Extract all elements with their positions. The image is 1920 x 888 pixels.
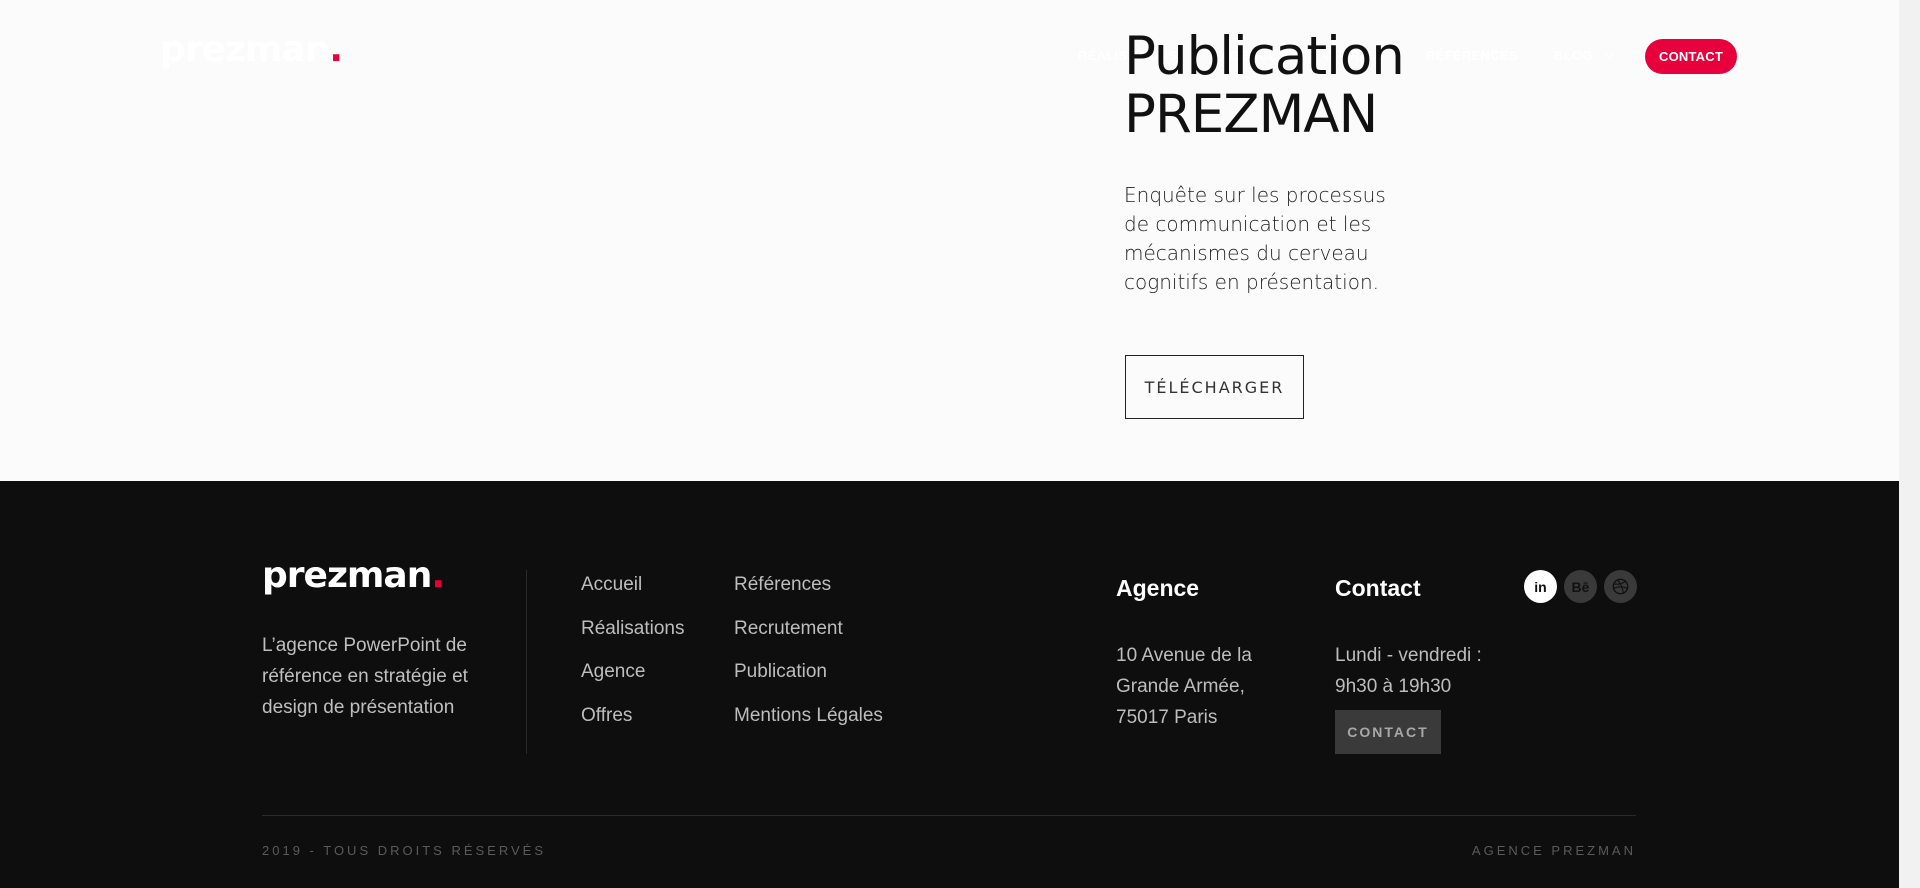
- footer-divider: [526, 570, 527, 754]
- agence-heading: Agence: [1116, 575, 1200, 601]
- page-scrollbar[interactable]: [1899, 0, 1920, 888]
- address-line-3: 75017 Paris: [1116, 707, 1218, 728]
- publication-title: Publication PREZMAN: [1124, 28, 1544, 144]
- footer-link-agence[interactable]: Agence: [581, 661, 685, 705]
- nav-blog-label: Blog: [1554, 48, 1593, 63]
- address-line-1: 10 Avenue de la: [1116, 645, 1252, 666]
- footer-link-references[interactable]: Références: [734, 574, 883, 618]
- footer-links-col1: Accueil Réalisations Agence Offres: [581, 574, 685, 748]
- footer-logo[interactable]: prezman.: [262, 555, 445, 596]
- footer-links-col2: Références Recrutement Publication Menti…: [734, 574, 883, 748]
- copyright-text: 2019 - TOUS DROITS RÉSERVÉS: [262, 843, 547, 858]
- download-button[interactable]: TÉLÉCHARGER: [1125, 355, 1304, 419]
- header-contact-button[interactable]: CONTACT: [1645, 39, 1737, 74]
- footer-logo-dot: .: [431, 555, 445, 596]
- address-line-2: Grande Armée,: [1116, 676, 1245, 697]
- agence-address: 10 Avenue de la Grande Armée, 75017 Pari…: [1116, 640, 1252, 733]
- footer-brand: AGENCE PREZMAN: [1471, 843, 1636, 858]
- footer-link-publication[interactable]: Publication: [734, 661, 883, 705]
- publication-section: [0, 0, 1899, 481]
- logo-dot: .: [329, 29, 343, 70]
- behance-icon[interactable]: Bē: [1564, 570, 1597, 603]
- title-line-1: Publication: [1124, 26, 1405, 87]
- footer-link-realisations[interactable]: Réalisations: [581, 618, 685, 662]
- site-logo[interactable]: prezman.: [160, 29, 343, 70]
- footer-tagline: L’agence PowerPoint de référence en stra…: [262, 635, 468, 718]
- footer-logo-text: prezman: [262, 555, 432, 596]
- contact-heading: Contact: [1335, 575, 1421, 601]
- nav-blog[interactable]: Blog: [1554, 48, 1615, 63]
- footer-link-accueil[interactable]: Accueil: [581, 574, 685, 618]
- title-line-2: PREZMAN: [1124, 84, 1378, 145]
- footer-link-recrutement[interactable]: Recrutement: [734, 618, 883, 662]
- hours-line-1: Lundi - vendredi :: [1335, 645, 1482, 666]
- chevron-down-icon: [1603, 51, 1615, 63]
- publication-description: Enquête sur les processus de communicati…: [1124, 183, 1386, 294]
- hours-line-2: 9h30 à 19h30: [1335, 676, 1452, 697]
- dribbble-icon[interactable]: [1604, 570, 1637, 603]
- contact-hours: Lundi - vendredi : 9h30 à 19h30: [1335, 640, 1482, 702]
- footer-link-offres[interactable]: Offres: [581, 705, 685, 749]
- logo-text: prezman: [160, 29, 330, 70]
- linkedin-icon[interactable]: in: [1524, 570, 1557, 603]
- footer-contact-button[interactable]: CONTACT: [1335, 710, 1441, 754]
- footer-rule: [262, 815, 1636, 816]
- footer-link-mentions[interactable]: Mentions Légales: [734, 705, 883, 749]
